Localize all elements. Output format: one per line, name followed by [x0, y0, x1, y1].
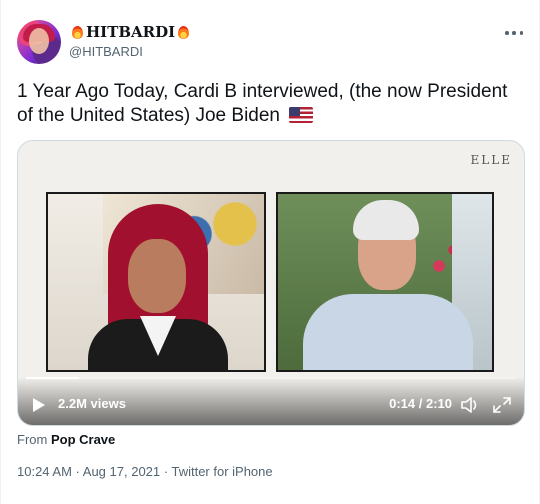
us-flag-icon	[289, 107, 314, 123]
view-count: 2.2M views	[58, 396, 126, 411]
tweet-client[interactable]: Twitter for iPhone	[171, 464, 272, 479]
user-handle[interactable]: @HITBARDI	[69, 43, 192, 61]
from-label: From	[17, 432, 48, 447]
more-dot	[512, 31, 516, 35]
tweet-card: HITBARDI @HITBARDI 1 Year Ago Today, Car…	[0, 0, 540, 504]
more-dot	[519, 31, 523, 35]
interviewee-hair	[353, 200, 419, 240]
display-name[interactable]: HITBARDI	[69, 22, 192, 42]
fire-emoji-icon	[71, 25, 84, 40]
tweet-text-block: 1 Year Ago Today, Cardi B interviewed, (…	[17, 80, 517, 128]
interviewee-body	[303, 294, 473, 370]
display-name-text[interactable]: HITBARDI	[86, 22, 175, 42]
fullscreen-icon[interactable]	[492, 396, 512, 414]
source-account-link[interactable]: Pop Crave	[51, 432, 115, 447]
tweet-text: 1 Year Ago Today, Cardi B interviewed, (…	[17, 81, 508, 126]
play-icon[interactable]	[32, 397, 46, 413]
more-options-icon[interactable]	[505, 24, 523, 42]
video-frame-left	[46, 192, 266, 372]
video-progress-fill	[26, 377, 79, 379]
meta-separator: ·	[160, 464, 172, 479]
avatar[interactable]	[17, 20, 61, 64]
avatar-face	[29, 28, 49, 54]
interviewer-face	[128, 239, 186, 313]
tweet-metadata: 10:24 AM · Aug 17, 2021 · Twitter for iP…	[17, 464, 273, 479]
elle-watermark: ELLE	[470, 153, 512, 167]
video-player[interactable]: ELLE 2.2M views 0:14 / 2:10	[17, 140, 525, 426]
tweet-time[interactable]: 10:24 AM	[17, 464, 72, 479]
fire-emoji-icon	[177, 25, 190, 40]
media-source: From Pop Crave	[17, 432, 115, 447]
video-frame-right	[276, 192, 494, 372]
more-dot	[505, 31, 509, 35]
volume-icon[interactable]	[460, 396, 480, 414]
video-progress-bar[interactable]	[26, 377, 516, 379]
tweet-date[interactable]: Aug 17, 2021	[83, 464, 160, 479]
author-block: HITBARDI @HITBARDI	[69, 22, 192, 61]
video-time: 0:14 / 2:10	[389, 396, 452, 411]
meta-separator: ·	[71, 464, 83, 479]
